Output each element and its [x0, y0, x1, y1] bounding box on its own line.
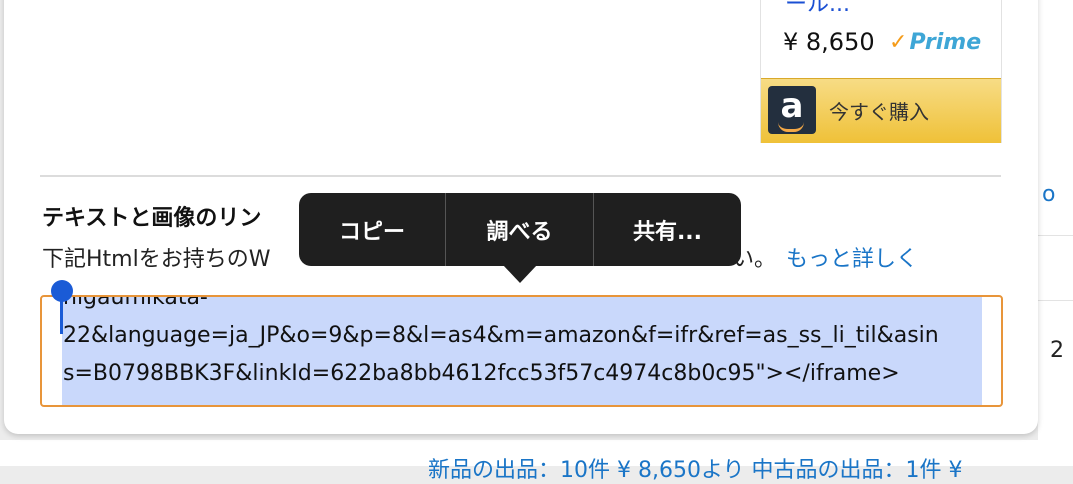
code-line: s=B0798BBK3F&linkId=622ba8bb4612fcc53f57… — [63, 361, 900, 386]
product-title[interactable]: ール... — [785, 0, 850, 18]
menu-item-look-up[interactable]: 調べる — [446, 193, 593, 266]
menu-item-copy[interactable]: コピー — [299, 193, 445, 266]
buy-now-button[interactable]: a 今すぐ購入 — [761, 78, 1001, 143]
background-link-fragment[interactable]: o — [1042, 182, 1055, 207]
section-heading: テキストと画像のリン — [42, 206, 262, 231]
product-price: ¥ 8,650 — [783, 28, 875, 56]
background-divider — [1038, 235, 1073, 236]
code-line: nigaumikata- — [63, 295, 208, 310]
text-selection-highlight — [62, 297, 982, 405]
prime-label: Prime — [909, 30, 982, 55]
code-line: 22&language=ja_JP&o=9&p=8&l=as4&m=amazon… — [63, 323, 939, 348]
section-divider — [40, 175, 1001, 177]
html-code-textarea[interactable]: nigaumikata- 22&language=ja_JP&o=9&p=8&l… — [40, 295, 1003, 407]
background-number-fragment: 2 — [1050, 338, 1064, 363]
product-preview-card: ール... ¥ 8,650 ✓Prime a 今すぐ購入 — [760, 0, 1002, 143]
buy-now-label: 今すぐ購入 — [829, 100, 929, 124]
menu-item-share[interactable]: 共有... — [594, 193, 741, 266]
prime-badge: ✓Prime — [889, 30, 981, 55]
background-offers-text[interactable]: 新品の出品：10件 ¥ 8,650より 中古品の出品：1件 ¥ — [428, 452, 963, 484]
more-details-link[interactable]: もっと詳しく — [786, 241, 918, 273]
prime-check-icon: ✓ — [889, 30, 908, 55]
edit-context-menu: コピー 調べる 共有... — [299, 193, 741, 266]
background-divider — [1038, 300, 1073, 301]
amazon-logo-icon: a — [768, 86, 816, 134]
menu-pointer-arrow — [503, 265, 537, 283]
section-description: 下記Htmlをお持ちのW — [42, 247, 271, 272]
background-page-right — [1038, 0, 1073, 466]
selection-start-handle[interactable] — [51, 280, 73, 302]
